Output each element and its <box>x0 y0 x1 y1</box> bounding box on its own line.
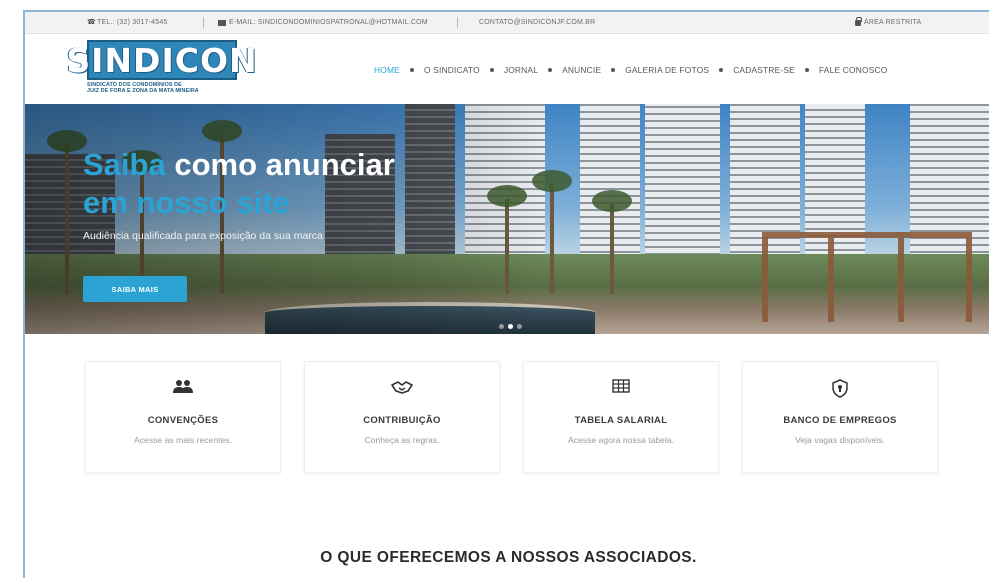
card-description: Acesse as mais recentes. <box>134 435 232 445</box>
card-title: CONVENÇÕES <box>147 415 219 426</box>
restricted-area-text: ÁREA RESTRITA <box>864 19 922 26</box>
hero-palm-tree <box>532 170 572 294</box>
nav-separator <box>548 68 553 72</box>
nav-separator <box>719 68 724 72</box>
slider-dot[interactable] <box>517 324 522 329</box>
restricted-area-link[interactable]: ÁREA RESTRITA <box>855 16 922 26</box>
email-contact[interactable]: E-MAIL: SINDICONDOMINIOSPATRONAL@HOTMAIL… <box>218 19 428 26</box>
hero-building <box>645 104 720 274</box>
contact-email-text: CONTATO@SINDICONJF.COM.BR <box>479 19 596 26</box>
users-icon <box>86 379 280 397</box>
nav-item-cadastre-se[interactable]: CADASTRE-SE <box>732 65 796 75</box>
section-title: O QUE OFERECEMOS A NOSSOS ASSOCIADOS. <box>320 549 697 566</box>
hero-pergola <box>762 232 972 322</box>
logo-subtitle: SINDICATO DOS CONDOMÍNIOS DE JUIZ DE FOR… <box>87 82 237 94</box>
nav-item-fale-conosco[interactable]: FALE CONOSCO <box>818 65 888 75</box>
slider-dot[interactable] <box>499 324 504 329</box>
phone-text: TEL.: (32) 3017-4545 <box>97 19 168 26</box>
nav-item-anuncie[interactable]: ANUNCIE <box>561 65 602 75</box>
divider <box>203 17 204 28</box>
hero-slider[interactable]: Saiba como anunciar em nosso site Audiên… <box>25 104 989 334</box>
contact-email-link[interactable]: CONTATO@SINDICONJF.COM.BR <box>479 19 595 26</box>
nav-item-home[interactable]: HOME <box>373 65 401 75</box>
feature-cards: CONVENÇÕES Acesse as mais recentes. CONT… <box>85 361 945 476</box>
nav-separator <box>489 68 494 72</box>
logo-box: SINDICON <box>66 40 257 80</box>
site-header: SINDICON SINDICATO DOS CONDOMÍNIOS DE JU… <box>25 34 989 104</box>
logo-subtitle-line: JUIZ DE FORA E ZONA DA MATA MINEIRA <box>87 88 199 94</box>
slider-dot-active[interactable] <box>508 324 513 329</box>
nav-item-o-sindicato[interactable]: O SINDICATO <box>423 65 481 75</box>
nav-item-jornal[interactable]: JORNAL <box>503 65 539 75</box>
card-description: Acesse agora nossa tabela. <box>567 435 675 445</box>
card-tabela-salarial[interactable]: TABELA SALARIAL Acesse agora nossa tabel… <box>523 361 719 473</box>
logo-word: SINDICON <box>66 40 258 80</box>
card-banco-de-empregos[interactable]: BANCO DE EMPREGOS Veja vagas disponíveis… <box>742 361 938 473</box>
hero-title-highlight: Saiba <box>83 147 166 182</box>
nav-separator <box>409 68 414 72</box>
card-contribuicao[interactable]: CONTRIBUIÇÃO Conheça as regras. <box>304 361 500 473</box>
shield-icon <box>743 379 937 398</box>
nav-separator <box>611 68 616 72</box>
hero-title-highlight: em nosso site <box>83 185 290 220</box>
card-title: TABELA SALARIAL <box>574 415 668 426</box>
card-title: BANCO DE EMPREGOS <box>783 415 897 426</box>
top-info-bar: TEL.: (32) 3017-4545 E-MAIL: SINDICONDOM… <box>25 12 989 34</box>
card-convencoes[interactable]: CONVENÇÕES Acesse as mais recentes. <box>85 361 281 473</box>
mail-icon <box>218 19 226 26</box>
page-frame: TEL.: (32) 3017-4545 E-MAIL: SINDICONDOM… <box>23 10 989 578</box>
main-nav: HOME O SINDICATO JORNAL ANUNCIE GALERIA … <box>373 65 888 75</box>
phone-contact[interactable]: TEL.: (32) 3017-4545 <box>87 18 168 26</box>
saiba-mais-button[interactable]: SAIBA MAIS <box>83 276 187 302</box>
hero-title-text: como anunciar <box>165 147 395 182</box>
lock-icon <box>855 16 862 26</box>
site-logo[interactable]: SINDICON SINDICATO DOS CONDOMÍNIOS DE JU… <box>66 40 257 98</box>
card-title: CONTRIBUIÇÃO <box>363 415 441 426</box>
card-description: Conheça as regras. <box>364 435 440 445</box>
hero-title: Saiba como anunciar em nosso site <box>83 146 395 222</box>
nav-separator <box>804 68 809 72</box>
phone-icon <box>87 18 96 26</box>
email-text: E-MAIL: SINDICONDOMINIOSPATRONAL@HOTMAIL… <box>229 19 428 26</box>
nav-item-galeria-de-fotos[interactable]: GALERIA DE FOTOS <box>624 65 710 75</box>
card-description: Veja vagas disponíveis. <box>795 435 885 445</box>
table-icon <box>524 379 718 397</box>
divider <box>457 17 458 28</box>
hero-subtitle: Audiência qualificada para exposição da … <box>83 230 323 242</box>
handshake-icon <box>305 379 499 397</box>
hero-palm-tree <box>592 190 632 294</box>
